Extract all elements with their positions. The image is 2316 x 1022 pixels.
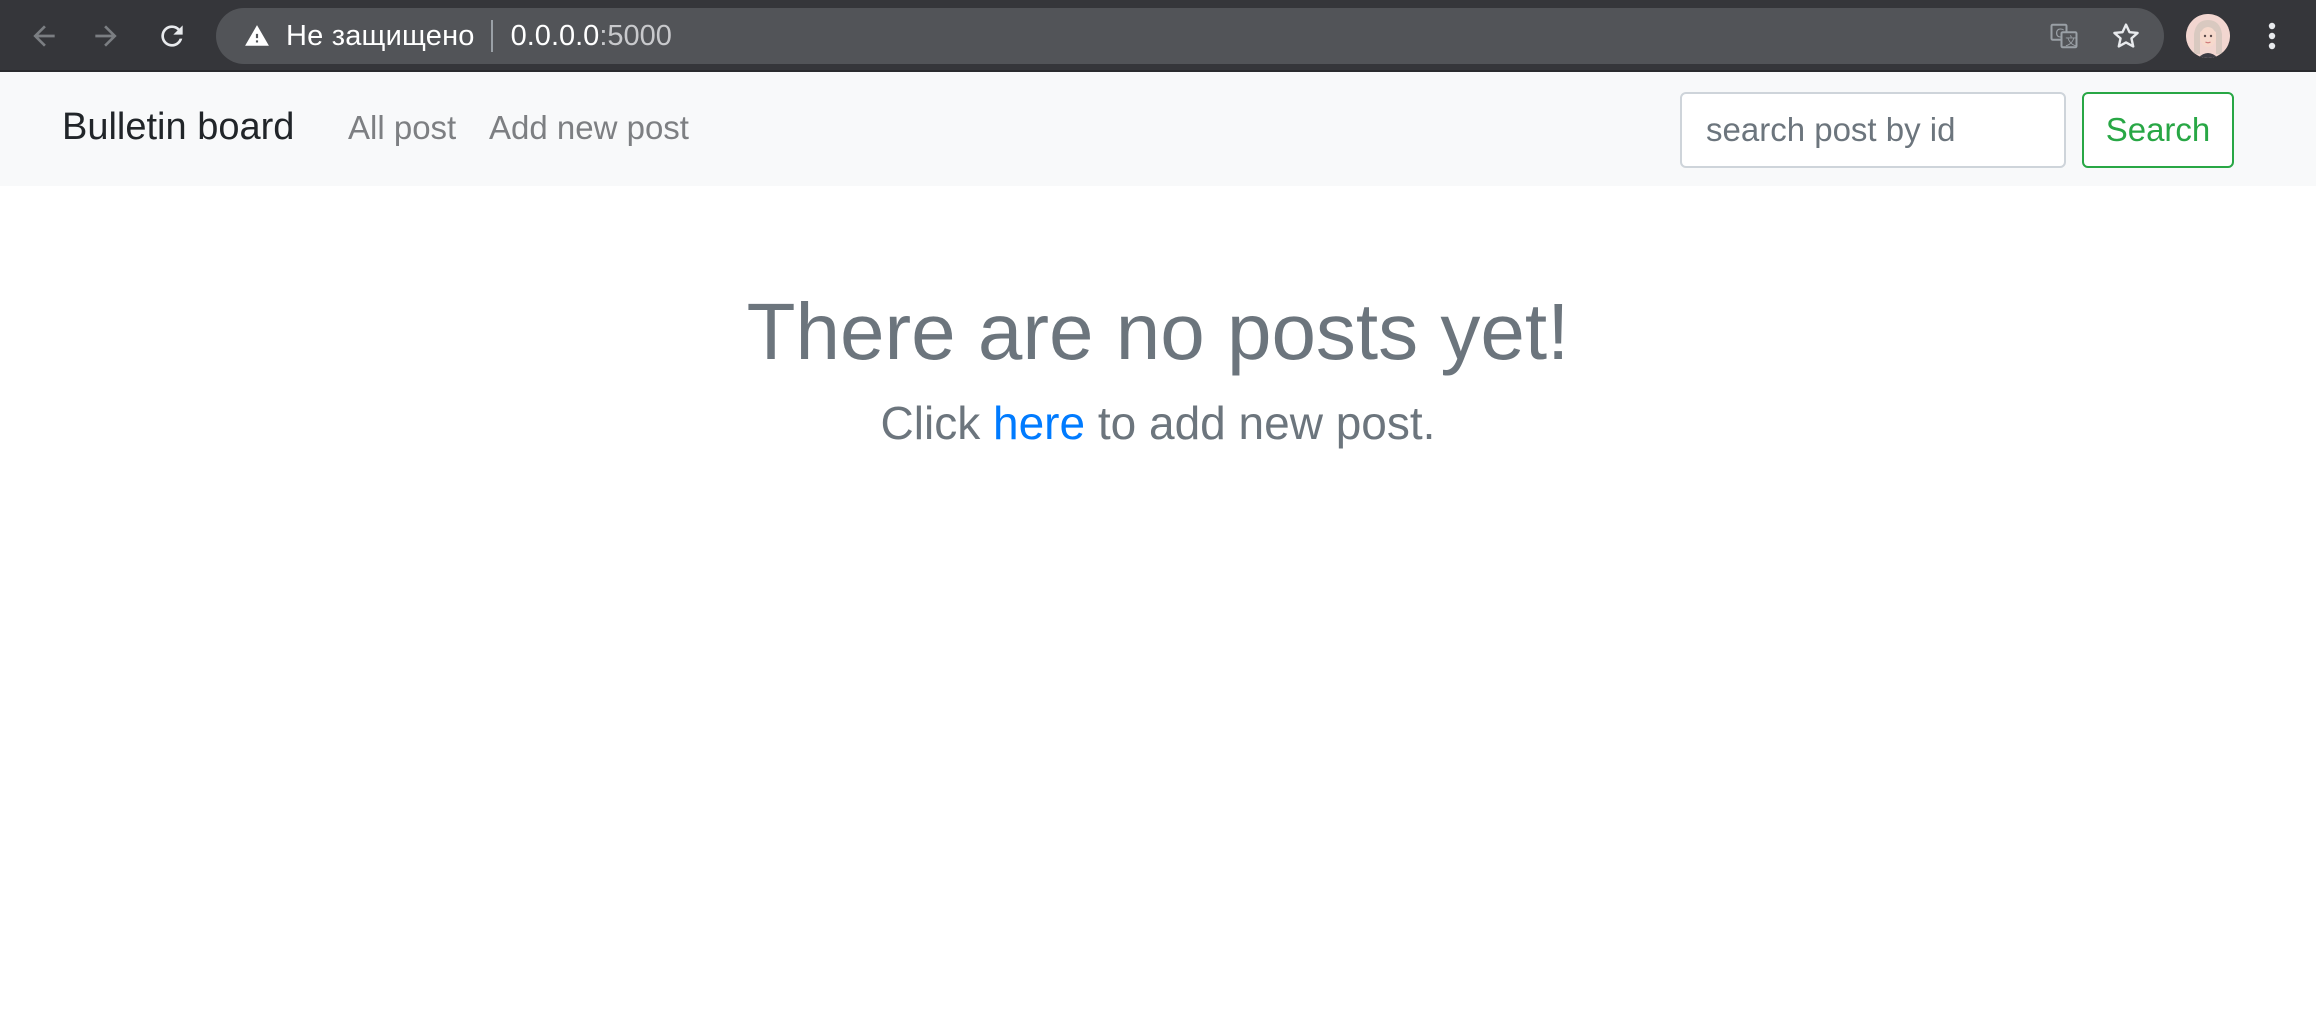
search-input[interactable] — [1680, 92, 2066, 168]
address-bar[interactable]: Не защищено 0.0.0.0 :5000 G 文 — [216, 8, 2164, 64]
add-post-link[interactable]: here — [993, 397, 1085, 449]
url-port: :5000 — [599, 19, 672, 52]
back-icon — [33, 25, 55, 47]
url-host: 0.0.0.0 — [510, 19, 600, 52]
warning-icon — [242, 21, 272, 51]
empty-state-message: Click here to add new post. — [0, 396, 2316, 450]
browser-toolbar: Не защищено 0.0.0.0 :5000 G 文 — [0, 0, 2316, 72]
brand-link[interactable]: Bulletin board — [62, 106, 294, 149]
search-button[interactable]: Search — [2082, 92, 2234, 168]
star-icon[interactable] — [2108, 18, 2144, 54]
forward-icon — [95, 25, 117, 47]
more-vert-icon[interactable] — [2256, 14, 2288, 58]
avatar[interactable] — [2186, 14, 2230, 58]
message-suffix: to add new post. — [1085, 397, 1436, 449]
message-prefix: Click — [880, 397, 993, 449]
translate-icon[interactable]: G 文 — [2046, 18, 2082, 54]
reload-button[interactable] — [148, 12, 196, 60]
reload-icon — [161, 25, 183, 47]
nav-link-add-new-post[interactable]: Add new post — [489, 109, 689, 147]
security-label[interactable]: Не защищено — [286, 20, 475, 53]
back-button[interactable] — [20, 12, 68, 60]
nav-link-all-post[interactable]: All post — [348, 109, 456, 147]
forward-button[interactable] — [82, 12, 130, 60]
divider — [490, 20, 493, 52]
navbar: Bulletin board All post Add new post Sea… — [0, 72, 2316, 186]
empty-state-heading: There are no posts yet! — [746, 287, 1570, 376]
svg-text:文: 文 — [2065, 34, 2076, 48]
